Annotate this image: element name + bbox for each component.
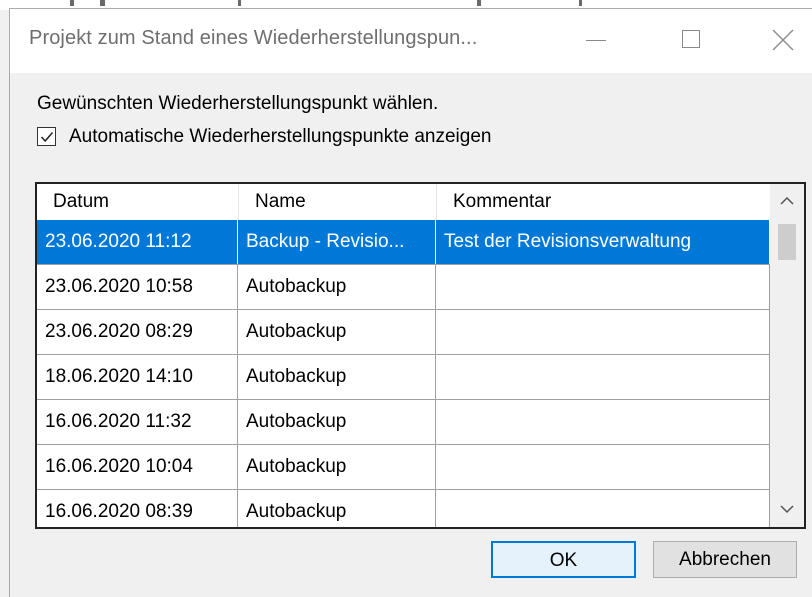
list-rows: 23.06.2020 11:12 Backup - Revisio... Tes…	[37, 220, 770, 527]
table-row[interactable]: 16.06.2020 10:04 Autobackup	[37, 445, 770, 490]
cancel-button[interactable]: Abbrechen	[653, 541, 797, 578]
cell-kommentar	[436, 490, 770, 527]
cell-kommentar	[436, 310, 770, 354]
cell-name: Autobackup	[238, 310, 436, 354]
table-row[interactable]: 16.06.2020 11:32 Autobackup	[37, 400, 770, 445]
close-button[interactable]	[734, 9, 812, 73]
cell-kommentar	[436, 445, 770, 489]
cell-name: Autobackup	[238, 490, 436, 527]
background-mark	[238, 0, 241, 6]
scroll-down-button[interactable]	[770, 493, 804, 527]
cell-kommentar	[436, 355, 770, 399]
chevron-down-icon	[780, 505, 794, 514]
scrollbar-thumb[interactable]	[778, 224, 796, 260]
background-mark	[579, 0, 582, 6]
ok-button[interactable]: OK	[491, 541, 636, 578]
checkbox-label[interactable]: Automatische Wiederherstellungspunkte an…	[69, 126, 491, 148]
restore-point-dialog: Projekt zum Stand eines Wiederherstellun…	[9, 8, 812, 597]
cell-datum: 23.06.2020 08:29	[37, 310, 238, 354]
vertical-scrollbar[interactable]	[770, 184, 804, 527]
column-header-datum[interactable]: Datum	[37, 184, 238, 220]
cell-datum: 16.06.2020 11:32	[37, 400, 238, 444]
table-row[interactable]: 23.06.2020 11:12 Backup - Revisio... Tes…	[37, 220, 770, 265]
close-icon	[772, 29, 794, 51]
background-mark	[477, 0, 481, 6]
cell-datum: 16.06.2020 08:39	[37, 490, 238, 527]
minimize-button[interactable]	[554, 9, 644, 73]
cell-kommentar	[436, 265, 770, 309]
cell-datum: 18.06.2020 14:10	[37, 355, 238, 399]
cell-name: Backup - Revisio...	[238, 220, 436, 264]
cell-datum: 16.06.2020 10:04	[37, 445, 238, 489]
cell-datum: 23.06.2020 11:12	[37, 220, 238, 264]
cell-name: Autobackup	[238, 355, 436, 399]
column-header-name[interactable]: Name	[238, 184, 436, 220]
maximize-button[interactable]	[644, 9, 734, 73]
scroll-up-button[interactable]	[770, 184, 804, 218]
table-row[interactable]: 23.06.2020 08:29 Autobackup	[37, 310, 770, 355]
window-title: Projekt zum Stand eines Wiederherstellun…	[29, 27, 478, 49]
show-auto-restore-points-checkbox[interactable]	[37, 127, 56, 146]
checkmark-icon	[40, 132, 54, 143]
instruction-text: Gewünschten Wiederherstellungspunkt wähl…	[37, 93, 439, 114]
background-mark	[70, 0, 74, 6]
table-row[interactable]: 16.06.2020 08:39 Autobackup	[37, 490, 770, 527]
cell-kommentar: Test der Revisionsverwaltung	[436, 220, 770, 264]
maximize-icon	[682, 30, 700, 48]
background-mark	[100, 0, 105, 6]
title-bar[interactable]: Projekt zum Stand eines Wiederherstellun…	[10, 9, 812, 73]
restore-points-list[interactable]: Datum Name Kommentar 23.06.2020 11:12 Ba…	[35, 182, 806, 529]
cell-kommentar	[436, 400, 770, 444]
table-row[interactable]: 18.06.2020 14:10 Autobackup	[37, 355, 770, 400]
cell-datum: 23.06.2020 10:58	[37, 265, 238, 309]
table-row[interactable]: 23.06.2020 10:58 Autobackup	[37, 265, 770, 310]
minimize-icon	[586, 40, 606, 41]
cell-name: Autobackup	[238, 400, 436, 444]
list-header: Datum Name Kommentar	[37, 184, 770, 220]
column-header-kommentar[interactable]: Kommentar	[436, 184, 770, 220]
cell-name: Autobackup	[238, 445, 436, 489]
cell-name: Autobackup	[238, 265, 436, 309]
chevron-up-icon	[780, 196, 794, 205]
